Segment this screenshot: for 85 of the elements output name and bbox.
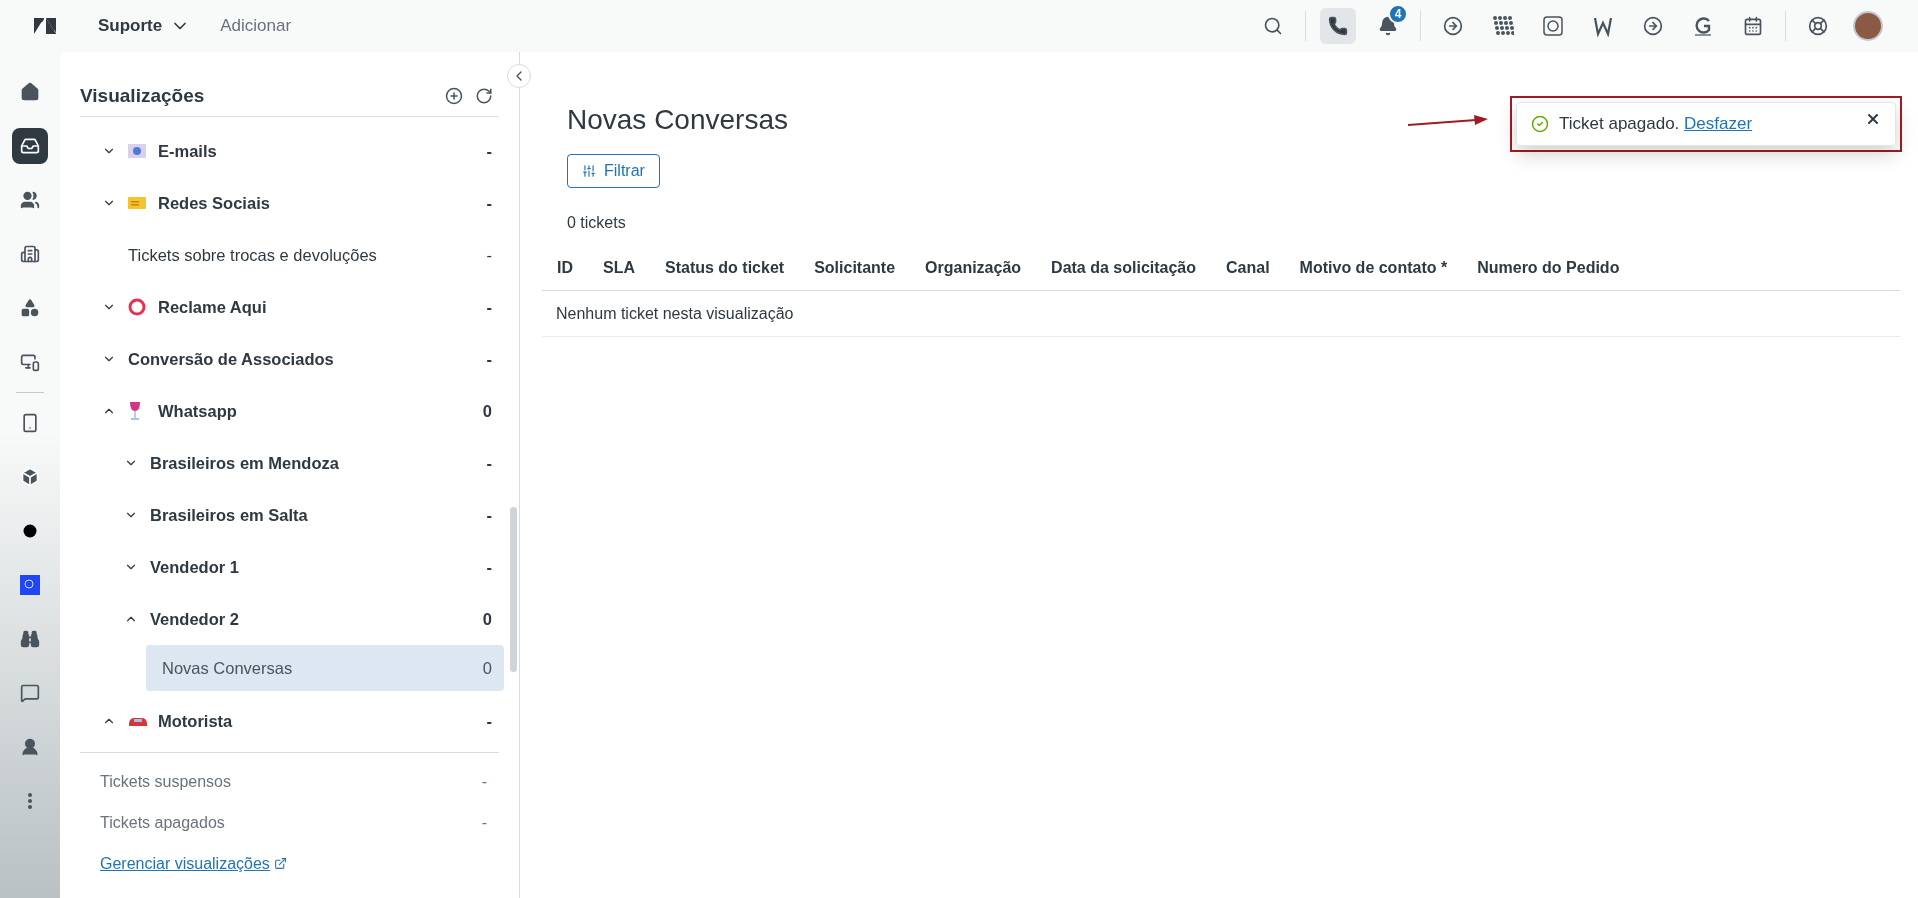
column-header: Motivo de contato * (1284, 246, 1463, 291)
calendar-icon (1743, 16, 1763, 36)
zigzag-icon (1592, 15, 1614, 37)
chat-square-icon (1542, 15, 1564, 37)
view-count: - (486, 505, 492, 525)
lifebuoy-icon (1808, 16, 1828, 36)
view-item[interactable]: Brasileiros em Mendoza - (124, 437, 504, 489)
filter-button[interactable]: Filtrar (567, 154, 660, 188)
phone-icon (1328, 16, 1348, 36)
cube-icon (20, 467, 40, 487)
manage-views-link[interactable]: Gerenciar visualizações (100, 843, 287, 884)
plus-circle-icon (445, 87, 463, 105)
devices-icon (20, 352, 40, 372)
logo-icon[interactable] (34, 18, 56, 34)
g-mark-icon (1692, 15, 1714, 37)
wine-glass-icon (128, 401, 142, 421)
view-count: 0 (482, 609, 492, 629)
column-header: Organização (910, 246, 1037, 291)
building-icon (20, 244, 40, 264)
view-item[interactable]: Vendedor 1 - (124, 541, 504, 593)
person-icon (20, 737, 40, 757)
view-item[interactable]: Tickets apagados - (100, 802, 499, 843)
view-count: - (486, 453, 492, 473)
view-count: - (486, 193, 492, 213)
view-count: 0 (482, 658, 492, 678)
column-header: Canal (1211, 246, 1285, 291)
sliders-icon (582, 164, 596, 178)
undo-link[interactable]: Desfazer (1684, 114, 1753, 133)
home-icon (20, 82, 40, 102)
view-count: - (486, 245, 492, 265)
ring-icon (128, 298, 146, 316)
envelope-icon (128, 144, 146, 158)
view-count: - (486, 349, 492, 369)
view-item[interactable]: Motorista - (102, 695, 504, 747)
view-item[interactable]: Vendedor 2 0 (124, 593, 504, 645)
view-count: - (486, 557, 492, 577)
view-count: - (481, 813, 487, 832)
notification-badge: 4 (1388, 4, 1408, 24)
view-item[interactable]: Tickets suspensos - (100, 761, 499, 802)
view-count: - (486, 297, 492, 317)
column-header: ID (542, 246, 588, 291)
view-item[interactable]: Whatsapp 0 (102, 385, 504, 437)
more-icon (28, 793, 32, 809)
nav-button[interactable] (12, 128, 48, 164)
refresh-icon (475, 87, 493, 105)
view-count: - (486, 711, 492, 731)
column-header: Status do ticket (650, 246, 800, 291)
view-item[interactable]: Novas Conversas 0 (146, 645, 504, 691)
column-header: Numero do Pedido (1462, 246, 1635, 291)
toolbar-button[interactable] (1320, 8, 1356, 44)
external-link-icon (273, 857, 287, 870)
view-count: 0 (482, 401, 492, 421)
page-title: Novas Conversas (567, 104, 788, 136)
ticket-count: 0 tickets (567, 214, 627, 232)
phone-transfer-icon (20, 413, 40, 433)
close-icon (1865, 111, 1881, 127)
toast-message: Ticket apagado. Desfazer (1559, 114, 1754, 134)
users-icon (20, 190, 40, 210)
panel-title: Visualizações (80, 85, 206, 107)
view-item[interactable]: Reclame Aqui - (102, 281, 504, 333)
ticket-icon (128, 197, 146, 209)
view-item[interactable]: Brasileiros em Salta - (124, 489, 504, 541)
app-tile-icon (20, 575, 40, 595)
column-header: Solicitante (799, 246, 911, 291)
dot-grid-icon (1492, 15, 1514, 37)
product-menu[interactable]: Suporte (98, 16, 191, 36)
empty-message: Nenhum ticket nesta visualização (542, 290, 1900, 337)
view-count: - (486, 141, 492, 161)
search-icon (1263, 16, 1283, 36)
add-button[interactable]: Adicionar (220, 16, 292, 36)
view-item[interactable]: Tickets sobre trocas e devoluções - (102, 229, 504, 281)
close-button[interactable] (1865, 111, 1881, 127)
shapes-icon (20, 298, 40, 318)
chat-icon (20, 683, 40, 703)
view-item[interactable]: E-mails - (102, 125, 504, 177)
view-item[interactable]: Conversão de Associados - (102, 333, 504, 385)
bell-icon (1378, 16, 1398, 36)
view-item[interactable]: Redes Sociais - (102, 177, 504, 229)
dot-icon (23, 524, 37, 538)
inbox-icon (20, 136, 40, 156)
column-header: SLA (588, 246, 650, 291)
column-header: Data da solicitação (1036, 246, 1212, 291)
binoculars-icon (20, 629, 40, 649)
view-count: - (481, 772, 487, 791)
check-circle-icon (1531, 115, 1549, 133)
